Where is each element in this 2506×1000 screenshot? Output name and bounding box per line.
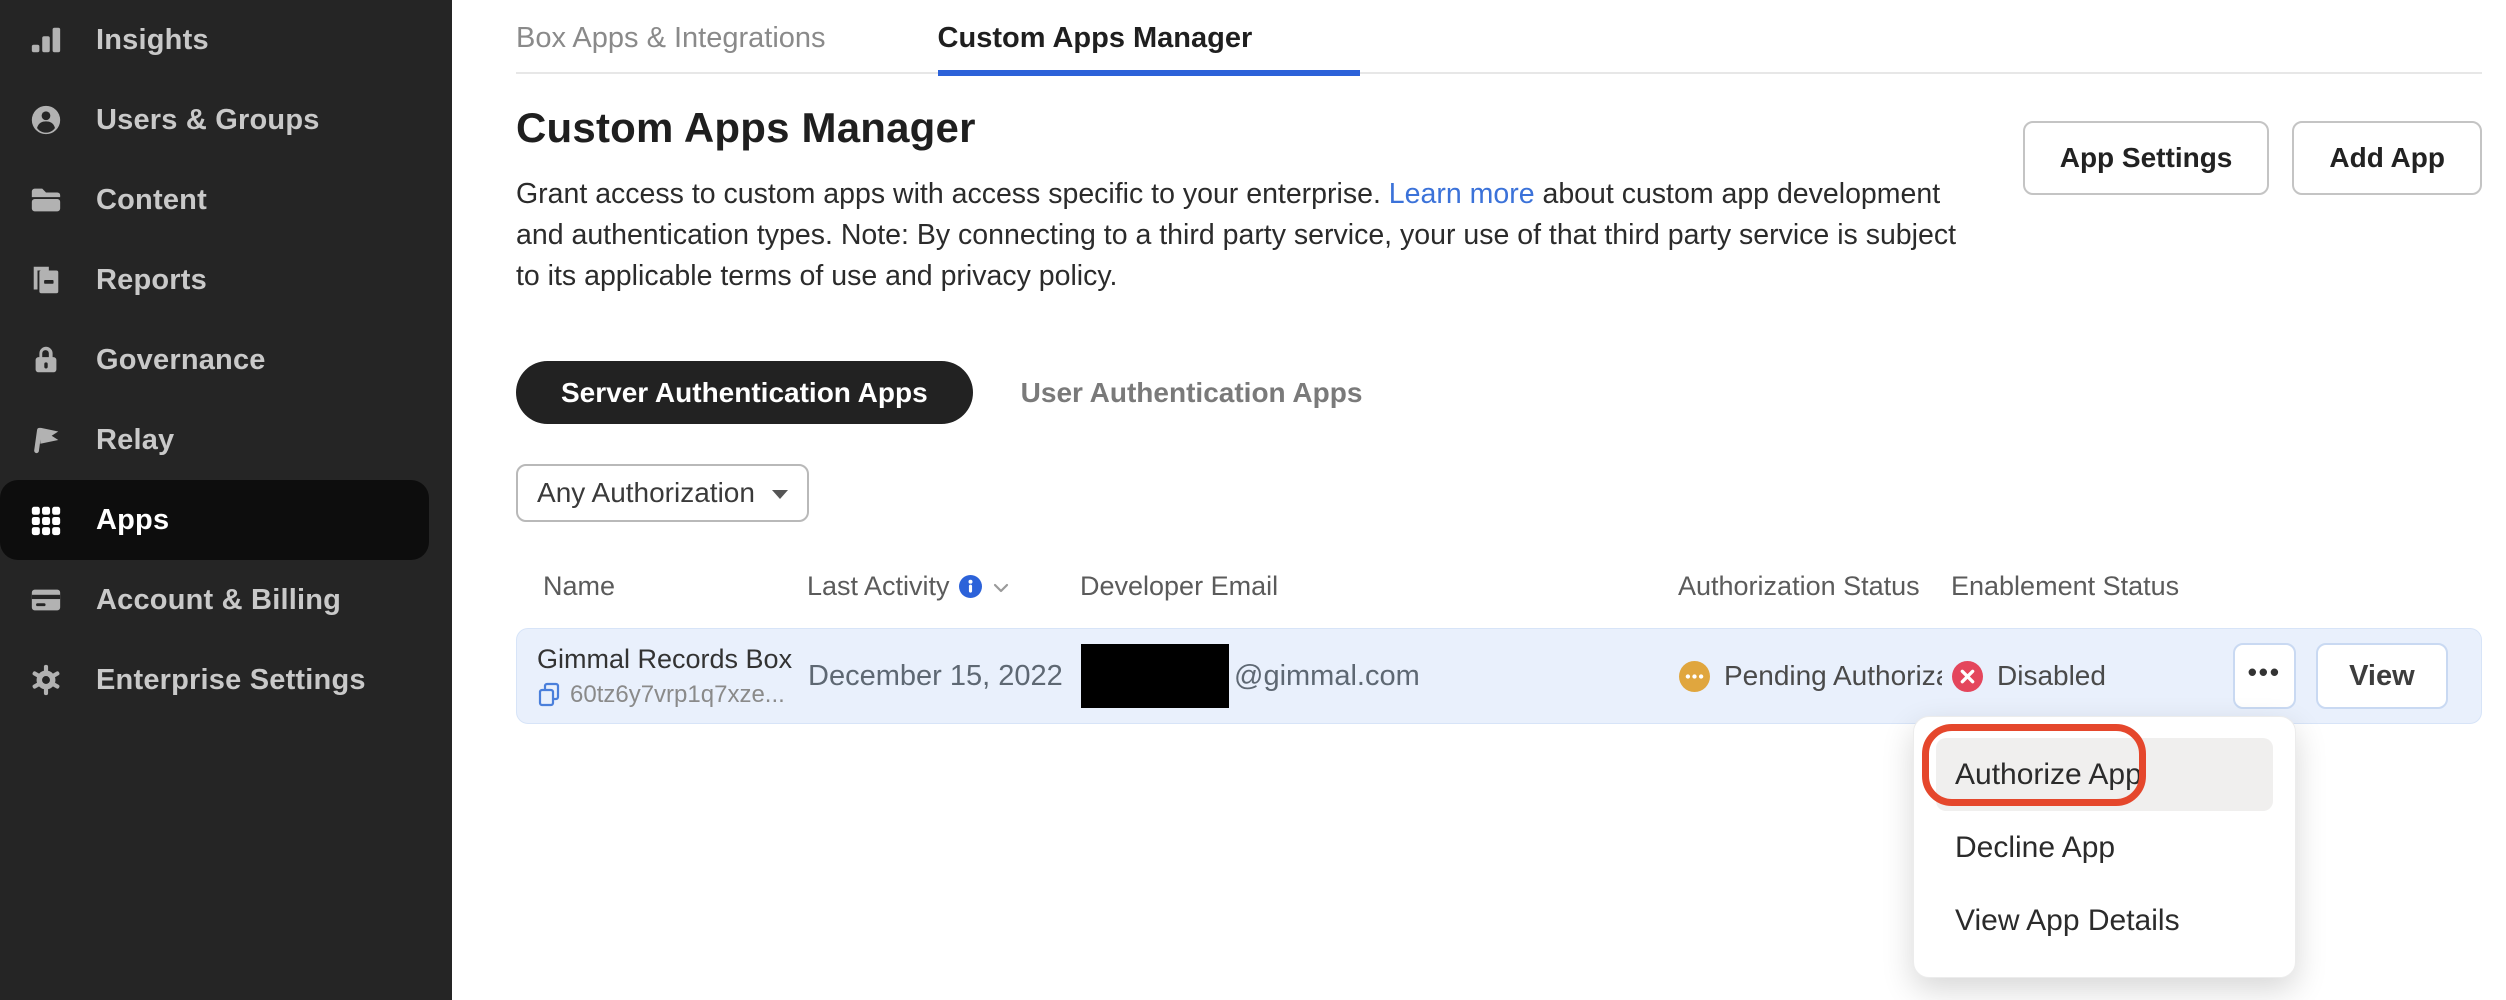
last-activity-cell: December 15, 2022 [808, 660, 1081, 693]
info-icon[interactable] [959, 575, 982, 598]
desc-text: Grant access to custom apps with access … [516, 178, 1389, 210]
tab-custom-apps-manager[interactable]: Custom Apps Manager [938, 0, 1361, 74]
copy-icon[interactable] [537, 682, 561, 708]
menu-item-authorize-app[interactable]: Authorize App [1936, 738, 2273, 811]
tab-label: Custom Apps Manager [938, 22, 1253, 54]
table-row: Gimmal Records Box 60tz6y7vrp1q7xze... D… [516, 628, 2482, 724]
sidebar-item-label: Governance [96, 344, 266, 377]
sidebar-item-enterprise-settings[interactable]: Enterprise Settings [0, 640, 452, 720]
menu-item-decline-app[interactable]: Decline App [1936, 811, 2273, 884]
authorization-status-text: Pending Authoriza [1724, 660, 1942, 692]
authorization-status-cell: Pending Authoriza [1679, 660, 1952, 692]
sort-chevron-icon[interactable] [993, 583, 1009, 593]
sidebar-item-content[interactable]: Content [0, 160, 452, 240]
sidebar-item-label: Reports [96, 264, 207, 297]
folder-icon [28, 182, 64, 218]
auth-type-toggle: Server Authentication Apps User Authenti… [516, 361, 2482, 424]
apps-grid-icon [28, 502, 64, 538]
tab-box-apps-integrations[interactable]: Box Apps & Integrations [516, 0, 826, 74]
filter-selected-value: Any Authorization [537, 477, 755, 509]
enablement-status-text: Disabled [1997, 660, 2106, 692]
pending-status-icon [1679, 661, 1710, 692]
caret-down-icon [772, 490, 788, 499]
sidebar-item-relay[interactable]: Relay [0, 400, 452, 480]
reports-icon [28, 262, 64, 298]
sidebar-item-label: Content [96, 184, 207, 217]
enablement-status-cell: Disabled [1952, 660, 2233, 692]
redacted-email-block [1081, 644, 1229, 708]
sidebar-item-account-billing[interactable]: Account & Billing [0, 560, 452, 640]
developer-email-cell: @gimmal.com [1081, 644, 1679, 708]
column-header-developer-email[interactable]: Developer Email [1080, 571, 1678, 602]
learn-more-link[interactable]: Learn more [1389, 178, 1535, 210]
sidebar-item-label: Apps [96, 504, 169, 537]
column-header-enablement-status[interactable]: Enablement Status [1951, 571, 2232, 602]
sidebar-item-label: Enterprise Settings [96, 664, 366, 697]
row-view-button[interactable]: View [2316, 643, 2448, 709]
sidebar-item-reports[interactable]: Reports [0, 240, 452, 320]
page-description: Grant access to custom apps with access … [516, 174, 1968, 297]
app-settings-button[interactable]: App Settings [2023, 121, 2270, 195]
row-more-actions-button[interactable]: ••• [2233, 643, 2296, 709]
credit-card-icon [28, 582, 64, 618]
sidebar-item-insights[interactable]: Insights [0, 0, 452, 80]
email-domain: @gimmal.com [1234, 660, 1420, 693]
lock-icon [28, 342, 64, 378]
server-auth-apps-pill[interactable]: Server Authentication Apps [516, 361, 973, 424]
header-buttons: App Settings Add App [2023, 121, 2482, 195]
top-tabs: Box Apps & Integrations Custom Apps Mana… [516, 0, 2482, 74]
app-id: 60tz6y7vrp1q7xze... [570, 681, 785, 709]
app-name-cell: Gimmal Records Box 60tz6y7vrp1q7xze... [517, 644, 808, 709]
row-actions-context-menu: Authorize App Decline App View App Detai… [1913, 716, 2296, 978]
row-actions: ••• View [2233, 643, 2481, 709]
sidebar-item-label: Insights [96, 24, 209, 57]
page-header: Custom Apps Manager Grant access to cust… [516, 74, 2482, 297]
sidebar-item-apps[interactable]: Apps [0, 480, 429, 560]
users-icon [28, 102, 64, 138]
menu-item-view-app-details[interactable]: View App Details [1936, 884, 2273, 957]
column-header-authorization-status[interactable]: Authorization Status [1678, 571, 1951, 602]
user-auth-apps-pill[interactable]: User Authentication Apps [977, 361, 1407, 424]
page-title: Custom Apps Manager [516, 104, 1968, 152]
sidebar-item-governance[interactable]: Governance [0, 320, 452, 400]
column-header-name[interactable]: Name [516, 571, 807, 602]
app-name: Gimmal Records Box [537, 644, 808, 675]
authorization-filter-dropdown[interactable]: Any Authorization [516, 464, 809, 522]
sidebar-item-label: Relay [96, 424, 174, 457]
sidebar-item-label: Account & Billing [96, 584, 341, 617]
custom-apps-manager-page: Insights Users & Groups Content [0, 0, 2506, 1000]
gear-icon [28, 662, 64, 698]
tab-label: Box Apps & Integrations [516, 22, 826, 54]
disabled-status-icon [1952, 661, 1983, 692]
add-app-button[interactable]: Add App [2292, 121, 2482, 195]
apps-table: Name Last Activity Developer Email [516, 566, 2482, 724]
sidebar-item-users-groups[interactable]: Users & Groups [0, 80, 452, 160]
table-header: Name Last Activity Developer Email [516, 566, 2482, 606]
flag-icon [28, 422, 64, 458]
admin-sidebar: Insights Users & Groups Content [0, 0, 452, 1000]
column-header-last-activity[interactable]: Last Activity [807, 571, 1080, 602]
app-id-copy[interactable]: 60tz6y7vrp1q7xze... [537, 681, 808, 709]
active-tab-underline [938, 70, 1361, 76]
insights-icon [28, 22, 64, 58]
sidebar-item-label: Users & Groups [96, 104, 320, 137]
